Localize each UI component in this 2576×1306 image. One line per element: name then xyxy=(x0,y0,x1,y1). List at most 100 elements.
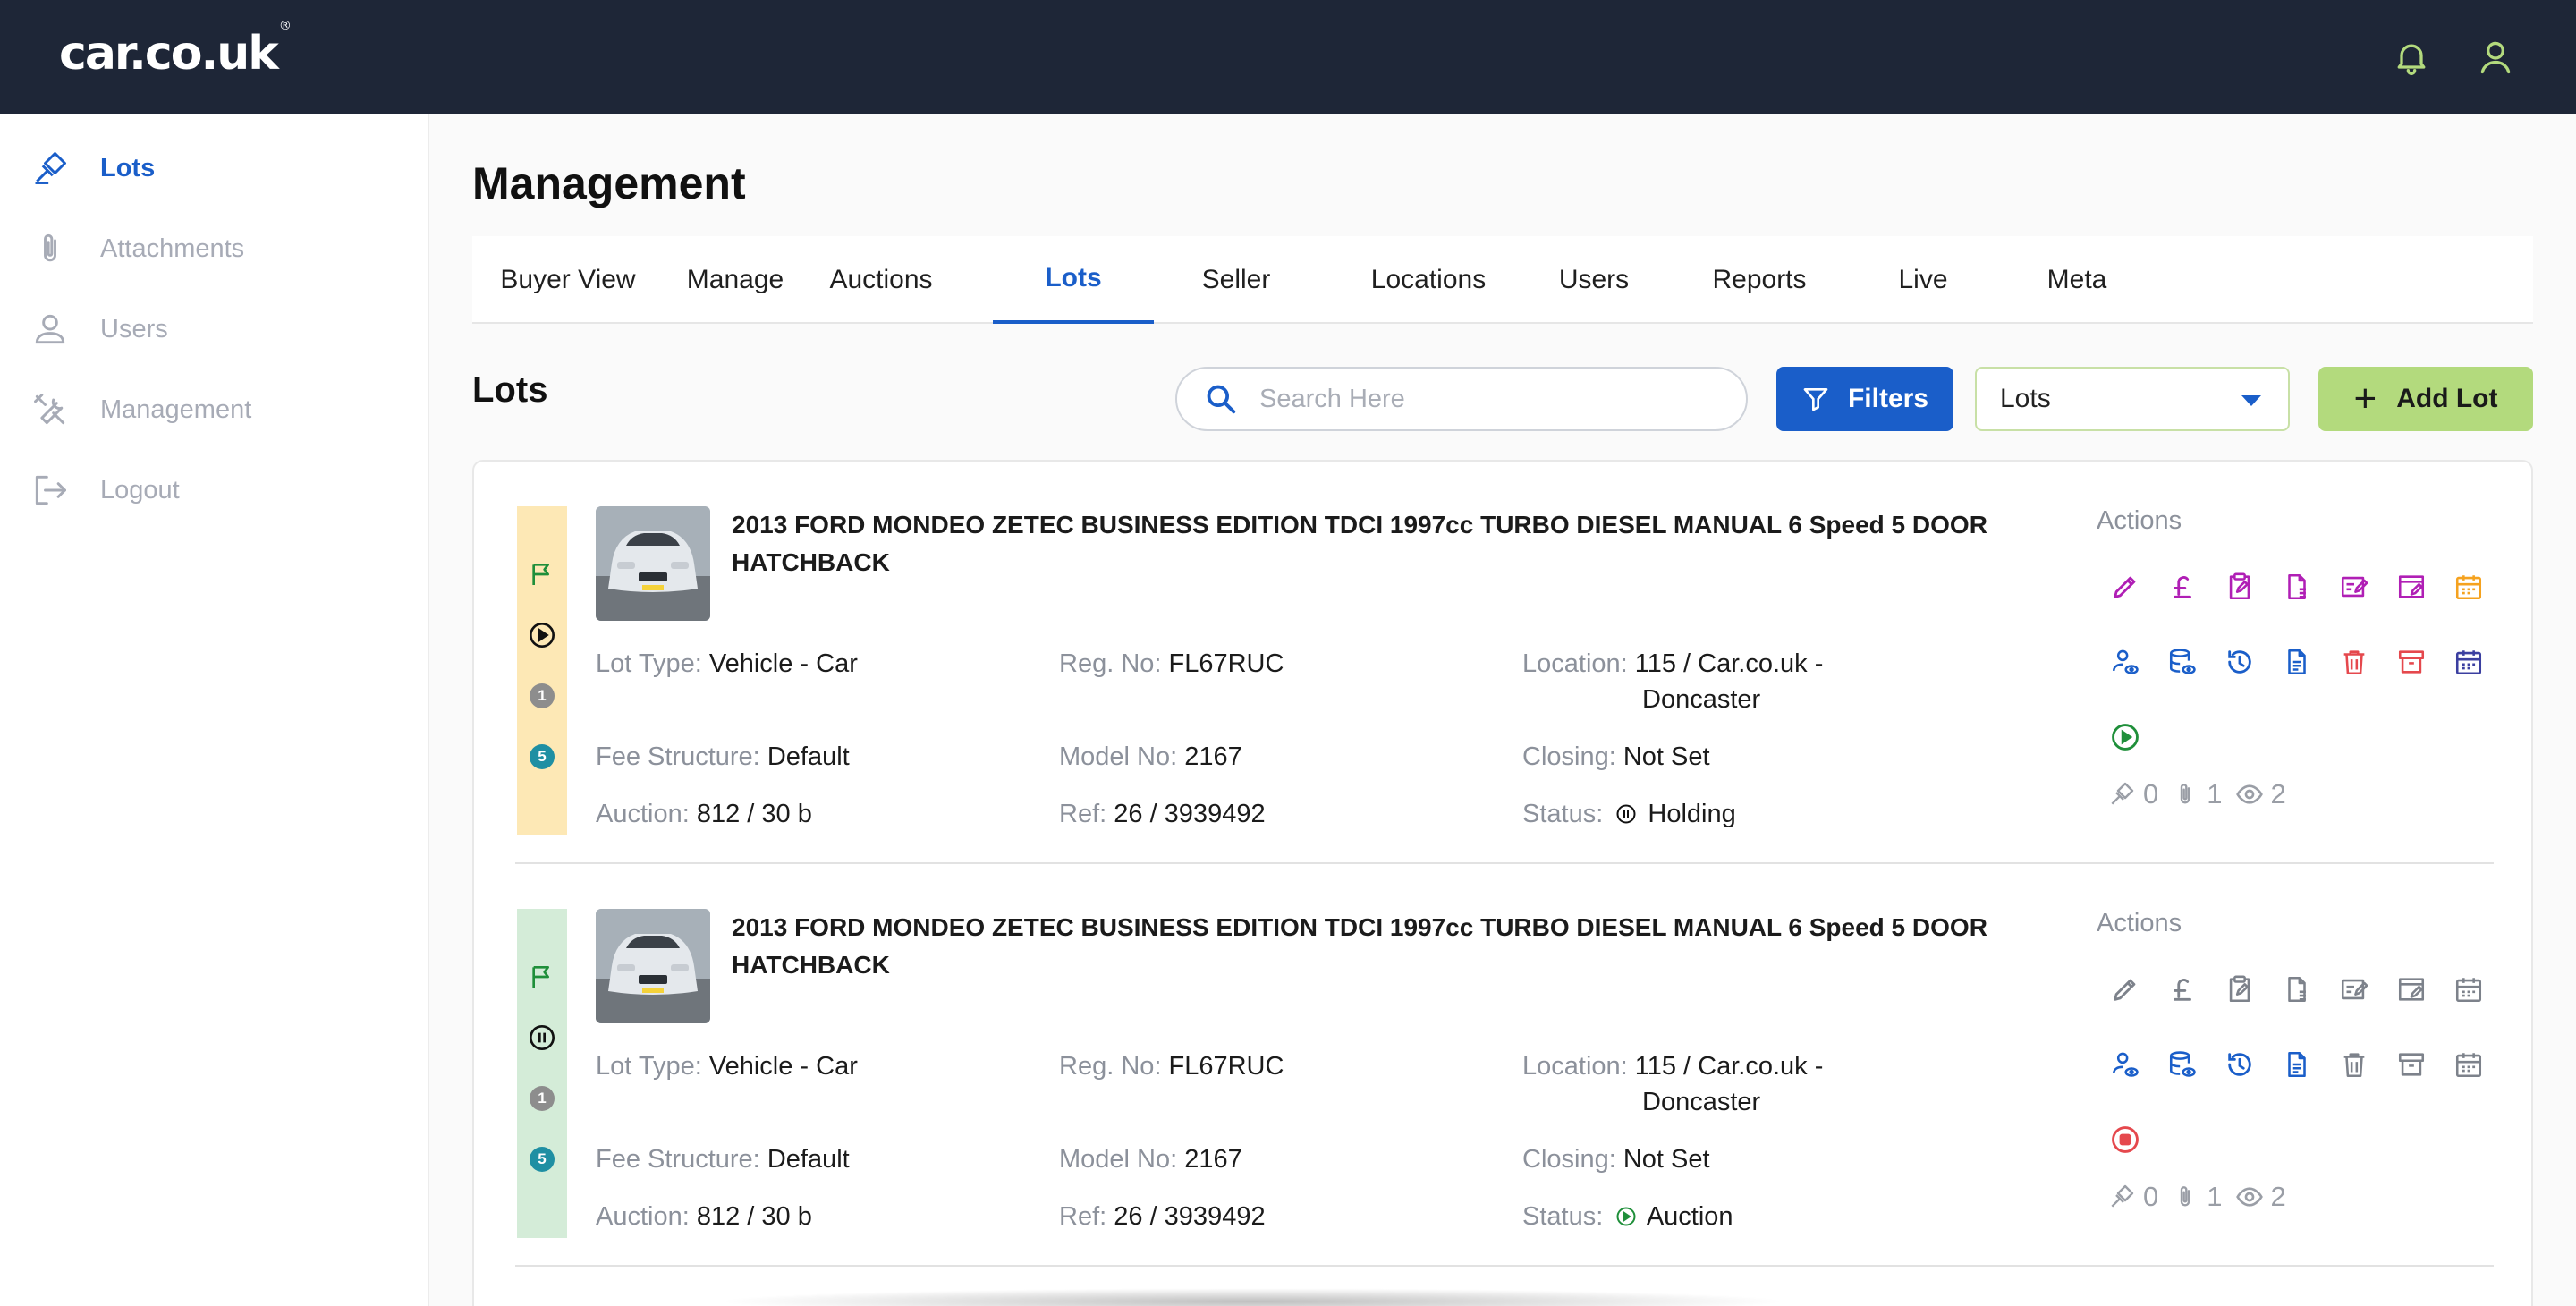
document-list-icon[interactable] xyxy=(2277,970,2317,1009)
stop-circle-icon[interactable] xyxy=(2106,1120,2145,1159)
flag-icon[interactable] xyxy=(528,963,556,991)
bell-icon[interactable] xyxy=(2386,32,2436,82)
document-icon[interactable] xyxy=(2277,642,2317,682)
top-navbar: car.co.uk® xyxy=(0,0,2576,114)
lot-card[interactable]: 1 5 2013 FORD MONDEO ZETEC BUSINESS EDIT… xyxy=(474,864,2531,1267)
edit-icon[interactable] xyxy=(2106,970,2145,1009)
tab-manage[interactable]: Manage xyxy=(664,236,807,324)
archive-icon[interactable] xyxy=(2392,642,2431,682)
document-icon[interactable] xyxy=(2277,1045,2317,1084)
reg-no-field: Reg. No: FL67RUC xyxy=(1059,1048,1284,1084)
tab-users[interactable]: Users xyxy=(1531,236,1657,324)
eye-icon xyxy=(2235,1187,2263,1207)
trash-icon[interactable] xyxy=(2334,1045,2374,1084)
search-input[interactable] xyxy=(1259,384,1707,414)
caret-down-icon xyxy=(2241,395,2261,406)
pound-icon[interactable] xyxy=(2163,970,2202,1009)
tab-meta[interactable]: Meta xyxy=(2011,236,2143,324)
search-box[interactable] xyxy=(1175,367,1748,431)
calendar-icon[interactable] xyxy=(2449,567,2488,606)
location-field-line2: Doncaster xyxy=(1642,685,1761,714)
actions-label: Actions xyxy=(2097,506,2182,535)
field-label: Fee Structure: xyxy=(596,1145,760,1174)
database-view-icon[interactable] xyxy=(2163,1045,2202,1084)
tab-live[interactable]: Live xyxy=(1855,236,1991,324)
field-label: Closing: xyxy=(1522,742,1616,771)
tab-reports[interactable]: Reports xyxy=(1671,236,1848,324)
reg-no-value: FL67RUC xyxy=(1168,649,1284,678)
note-edit-icon[interactable] xyxy=(2334,567,2374,606)
sidebar-item-lots[interactable]: Lots xyxy=(30,143,155,193)
pause-circle-icon[interactable] xyxy=(528,1023,556,1052)
sidebar-item-attachments[interactable]: Attachments xyxy=(30,224,244,274)
window-edit-icon[interactable] xyxy=(2392,970,2431,1009)
calendar-icon[interactable] xyxy=(2449,642,2488,682)
lot-title[interactable]: 2013 FORD MONDEO ZETEC BUSINESS EDITION … xyxy=(732,909,2038,984)
field-label: Ref: xyxy=(1059,800,1107,828)
add-lot-button[interactable]: + Add Lot xyxy=(2318,367,2533,431)
sidebar-item-management[interactable]: Management xyxy=(30,385,251,435)
pound-icon[interactable] xyxy=(2163,567,2202,606)
vehicle-thumbnail[interactable] xyxy=(596,909,710,1023)
trash-icon[interactable] xyxy=(2334,642,2374,682)
field-label: Status: xyxy=(1522,800,1604,828)
lot-status-strip: 1 5 xyxy=(517,909,567,1238)
closing-value: Not Set xyxy=(1623,1145,1710,1174)
page-title: Management xyxy=(472,158,746,208)
count-badge: 1 xyxy=(528,682,556,710)
closing-value: Not Set xyxy=(1623,742,1710,771)
sidebar: Lots Attachments Users Management Logout xyxy=(0,114,429,1306)
archive-icon[interactable] xyxy=(2392,1045,2431,1084)
tab-locations[interactable]: Locations xyxy=(1326,236,1531,324)
paperclip-icon xyxy=(2181,784,2190,804)
note-edit-icon[interactable] xyxy=(2334,970,2374,1009)
sidebar-item-logout[interactable]: Logout xyxy=(30,465,180,515)
clipboard-edit-icon[interactable] xyxy=(2220,970,2259,1009)
lots-type-select[interactable]: Lots xyxy=(1975,367,2290,431)
lot-title[interactable]: 2013 FORD MONDEO ZETEC BUSINESS EDITION … xyxy=(732,506,2038,581)
pause-circle-icon xyxy=(1616,804,1636,824)
add-lot-button-label: Add Lot xyxy=(2396,384,2498,413)
fee-structure-field: Fee Structure: Default xyxy=(596,1141,850,1177)
filters-button[interactable]: Filters xyxy=(1776,367,1953,431)
tab-seller[interactable]: Seller xyxy=(1179,236,1293,324)
database-view-icon[interactable] xyxy=(2163,642,2202,682)
clipboard-edit-icon[interactable] xyxy=(2220,567,2259,606)
tab-lots[interactable]: Lots xyxy=(993,236,1154,324)
auction-field: Auction: 812 / 30 b xyxy=(596,1199,812,1234)
calendar-icon[interactable] xyxy=(2449,970,2488,1009)
brand-logo[interactable]: car.co.uk® xyxy=(59,19,292,81)
fee-structure-value: Default xyxy=(767,1145,850,1174)
tab-buyer-view[interactable]: Buyer View xyxy=(472,236,664,324)
play-circle-icon[interactable] xyxy=(2106,717,2145,757)
history-icon[interactable] xyxy=(2220,1045,2259,1084)
user-icon[interactable] xyxy=(2470,32,2521,82)
lot-type-value: Vehicle - Car xyxy=(708,1052,858,1081)
edit-icon[interactable] xyxy=(2106,567,2145,606)
user-icon xyxy=(35,314,65,344)
model-no-field: Model No: 2167 xyxy=(1059,739,1242,775)
count-badge: 5 xyxy=(528,742,556,771)
user-view-icon[interactable] xyxy=(2106,1045,2145,1084)
lot-status-strip: 1 5 xyxy=(517,506,567,835)
field-label: Ref: xyxy=(1059,1202,1107,1231)
ref-value: 26 / 3939492 xyxy=(1114,800,1266,828)
flag-icon[interactable] xyxy=(528,560,556,589)
tab-bar: Buyer View Manage Auctions Lots Seller L… xyxy=(472,236,2533,324)
lot-card[interactable]: 1 5 2013 FORD MONDEO ZETEC BUSINESS EDIT… xyxy=(474,462,2531,864)
play-circle-icon[interactable] xyxy=(528,621,556,649)
gavel-icon xyxy=(35,152,66,184)
field-label: Auction: xyxy=(596,800,690,828)
window-edit-icon[interactable] xyxy=(2392,567,2431,606)
history-icon[interactable] xyxy=(2220,642,2259,682)
document-list-icon[interactable] xyxy=(2277,567,2317,606)
tab-auctions[interactable]: Auctions xyxy=(807,236,955,324)
section-title: Lots xyxy=(472,370,548,410)
model-no-value: 2167 xyxy=(1184,742,1242,771)
status-value: Holding xyxy=(1648,800,1736,828)
calendar-icon[interactable] xyxy=(2449,1045,2488,1084)
user-view-icon[interactable] xyxy=(2106,642,2145,682)
vehicle-thumbnail[interactable] xyxy=(596,506,710,621)
lot-type-field: Lot Type: Vehicle - Car xyxy=(596,1048,858,1084)
sidebar-item-users[interactable]: Users xyxy=(30,304,168,354)
